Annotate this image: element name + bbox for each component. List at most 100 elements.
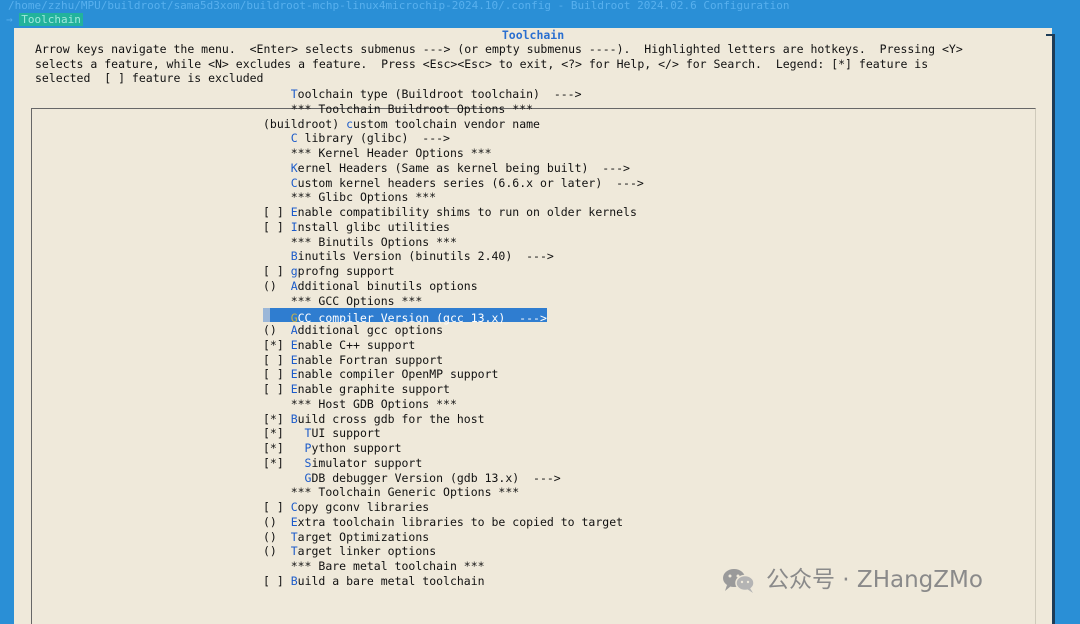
menu-item[interactable]: Custom kernel headers series (6.6.x or l… <box>263 176 644 191</box>
help-text: Arrow keys navigate the menu. <Enter> se… <box>35 42 1045 86</box>
menu-item[interactable]: [ ] Copy gconv libraries <box>263 500 644 515</box>
menu-item[interactable]: [*] TUI support <box>263 426 644 441</box>
breadcrumb: → Toolchain <box>6 13 83 26</box>
menu-item[interactable]: [ ] gprofng support <box>263 264 644 279</box>
menu-item-label: nable compatibility shims to run on olde… <box>297 205 637 219</box>
menu-item-label: uild cross gdb for the host <box>297 411 485 426</box>
menu-item-prefix: [ ] <box>263 205 291 219</box>
menu-item-prefix: [ ] <box>263 264 291 278</box>
menu-item[interactable]: [ ] Enable graphite support <box>263 382 644 397</box>
menu-item-hotkey: E <box>290 382 298 396</box>
menu-item-prefix <box>270 308 291 322</box>
menu-item-prefix <box>263 176 291 190</box>
help-line: Arrow keys navigate the menu. <Enter> se… <box>35 42 963 56</box>
cursor-block <box>263 308 270 323</box>
menu-item-prefix <box>263 146 291 160</box>
menu-item-label: ernel Headers (Same as kernel being buil… <box>297 160 630 175</box>
menu-item[interactable]: Binutils Version (binutils 2.40) ---> <box>263 249 644 264</box>
menu-item-label: ython support <box>311 441 402 455</box>
menu-item-hotkey: E <box>290 205 298 219</box>
menu-item-label: xtra toolchain libraries to be copied to… <box>297 514 624 529</box>
menu-item-prefix: () <box>263 529 291 544</box>
menu-item-label: ustom kernel headers series (6.6.x or la… <box>297 175 644 190</box>
menu-item[interactable]: [*] Enable C++ support <box>263 338 644 353</box>
menu-item-label: *** Binutils Options *** <box>290 234 457 249</box>
menu-item-label: *** GCC Options *** <box>290 293 423 308</box>
menu-item-hotkey: A <box>290 323 298 337</box>
menu-item-prefix <box>263 294 291 308</box>
menu-item-prefix: [ ] <box>263 500 291 514</box>
menu-item-hotkey: K <box>290 160 298 175</box>
menu-item-label: arget Optimizations <box>297 529 430 544</box>
menu-item-prefix: () <box>263 278 291 293</box>
menu-item[interactable]: Toolchain type (Buildroot toolchain) ---… <box>263 87 644 102</box>
menu-item[interactable]: *** Host GDB Options *** <box>263 397 644 412</box>
menu-item-hotkey: B <box>290 249 298 264</box>
menu-item-label: oolchain type (Buildroot toolchain) ---> <box>297 87 582 101</box>
menu-item[interactable]: *** Toolchain Generic Options *** <box>263 485 644 500</box>
menu-item-prefix: () <box>263 323 291 337</box>
menu-item-prefix <box>263 161 291 175</box>
menu-item[interactable]: GDB debugger Version (gdb 13.x) ---> <box>263 471 644 486</box>
menu-item[interactable]: [ ] Install glibc utilities <box>263 220 644 235</box>
menu-item[interactable]: () Extra toolchain libraries to be copie… <box>263 515 644 530</box>
menu-item[interactable]: [ ] Enable compatibility shims to run on… <box>263 205 644 220</box>
menu-item-prefix: [ ] <box>263 367 291 382</box>
menu-item[interactable]: *** Glibc Options *** <box>263 190 644 205</box>
menu-item-label: *** Glibc Options *** <box>290 190 437 205</box>
menu-item[interactable]: () Additional binutils options <box>263 279 644 294</box>
menu-item-hotkey: T <box>290 544 298 559</box>
menu-item[interactable]: *** GCC Options *** <box>263 294 644 309</box>
menu-item-selected[interactable]: GCC compiler Version (gcc 13.x) ---> <box>263 308 644 325</box>
selection-highlight: GCC compiler Version (gcc 13.x) ---> <box>263 308 547 325</box>
menu-item-prefix: [*] <box>263 441 305 455</box>
menu-item-prefix <box>263 190 291 204</box>
menu-item-label: UI support <box>311 426 381 441</box>
menu-item[interactable]: [ ] Build a bare metal toolchain <box>263 574 644 589</box>
menu-item-hotkey: T <box>290 87 298 101</box>
menu-item[interactable]: (buildroot) custom toolchain vendor name <box>263 117 644 132</box>
menu-item-prefix: [*] <box>263 411 291 426</box>
menu-item-label: nable Fortran support <box>297 352 444 367</box>
menu-item-hotkey: E <box>290 514 298 529</box>
menu-item-prefix: [ ] <box>263 219 291 234</box>
breadcrumb-item-toolchain[interactable]: Toolchain <box>19 13 83 26</box>
menu-item[interactable]: () Target linker options <box>263 544 644 559</box>
menu-item-prefix: [ ] <box>263 573 291 588</box>
menu-item-prefix <box>263 471 305 485</box>
menu-item-prefix <box>263 131 291 145</box>
menu-item[interactable]: *** Kernel Header Options *** <box>263 146 644 161</box>
menu-item-hotkey: C <box>290 500 298 514</box>
menu-item[interactable]: () Additional gcc options <box>263 323 644 338</box>
menu-item-prefix: () <box>263 544 291 559</box>
menu-item-label: library (glibc) ---> <box>297 131 450 146</box>
menu-item[interactable]: [*] Build cross gdb for the host <box>263 412 644 427</box>
menu-item-label: DB debugger Version (gdb 13.x) ---> <box>311 470 561 485</box>
menu-item-prefix: () <box>263 514 291 529</box>
menu-item[interactable]: [ ] Enable Fortran support <box>263 353 644 368</box>
menu-item[interactable]: () Target Optimizations <box>263 530 644 545</box>
menu-item[interactable]: [*] Simulator support <box>263 456 644 471</box>
menu-item[interactable]: *** Bare metal toolchain *** <box>263 559 644 574</box>
menu-item[interactable]: [*] Python support <box>263 441 644 456</box>
menu-item-hotkey: c <box>346 116 354 131</box>
menu-item[interactable]: [ ] Enable compiler OpenMP support <box>263 367 644 382</box>
menu-item[interactable]: C library (glibc) ---> <box>263 131 644 146</box>
menu-item-prefix: [*] <box>263 337 291 352</box>
menu-item-hotkey: B <box>290 411 298 426</box>
menu-item-prefix <box>263 235 291 249</box>
dialog-shadow <box>1052 35 1055 624</box>
menu-item-label: *** Toolchain Buildroot Options *** <box>290 101 534 116</box>
menu-item-hotkey: T <box>290 529 298 544</box>
menu-item-label: dditional binutils options <box>297 278 478 293</box>
dialog-title: Toolchain <box>501 28 565 42</box>
help-line: selected [ ] feature is excluded <box>35 71 264 86</box>
menu-item[interactable]: *** Toolchain Buildroot Options *** <box>263 102 644 117</box>
menu-item-label: nable graphite support <box>297 382 450 396</box>
menu-item[interactable]: Kernel Headers (Same as kernel being bui… <box>263 161 644 176</box>
menu-item-label: *** Toolchain Generic Options *** <box>290 485 520 500</box>
menu-item-hotkey: A <box>290 278 298 293</box>
menu-item-label: nable compiler OpenMP support <box>297 367 499 382</box>
menu-item[interactable]: *** Binutils Options *** <box>263 235 644 250</box>
help-line: selects a feature, while <N> excludes a … <box>35 56 929 71</box>
